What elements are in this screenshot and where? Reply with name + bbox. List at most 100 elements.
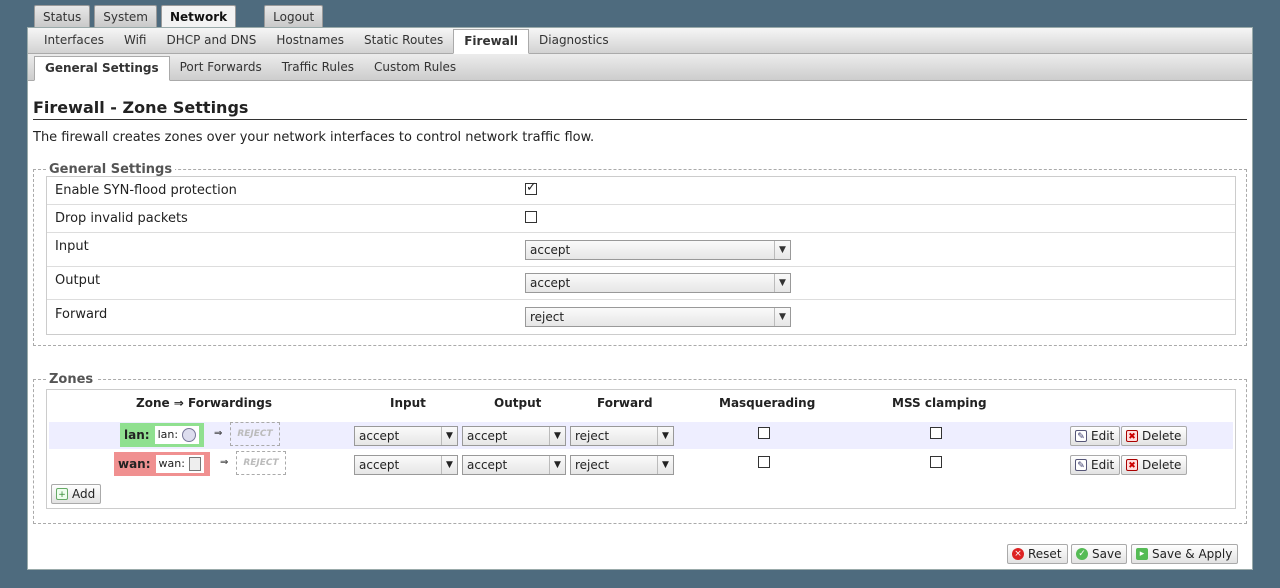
tab-system[interactable]: System xyxy=(94,5,157,27)
zones-table: Zone ⇒ Forwardings Input Output Forward … xyxy=(46,389,1236,509)
page-description: The firewall creates zones over your net… xyxy=(33,130,595,145)
zone-iface-label: lan: xyxy=(157,428,179,441)
edit-icon: ✎ xyxy=(1075,430,1087,442)
apply-icon: ▸ xyxy=(1136,548,1148,560)
forward-policy-select[interactable]: reject ▼ xyxy=(525,307,791,327)
wan-edit-button[interactable]: ✎ Edit xyxy=(1070,455,1121,475)
tab-custom-rules[interactable]: Custom Rules xyxy=(364,56,466,80)
tab-static-routes[interactable]: Static Routes xyxy=(354,29,453,53)
col-forward-header: Forward xyxy=(597,396,653,410)
wan-mss-checkbox[interactable] xyxy=(930,456,942,468)
drop-invalid-row: Drop invalid packets xyxy=(47,205,1235,233)
tab-hostnames[interactable]: Hostnames xyxy=(266,29,354,53)
tab-wifi[interactable]: Wifi xyxy=(114,29,157,53)
tab-diagnostics[interactable]: Diagnostics xyxy=(529,29,619,53)
wan-input-select[interactable]: accept ▼ xyxy=(354,455,458,475)
zone-row-wan: wan: wan: ⇒ REJECT accept ▼ accept ▼ rejec… xyxy=(49,451,1233,478)
lan-input-value: accept xyxy=(359,429,400,443)
form-actions: × Reset ✓ Save ▸ Save & Apply xyxy=(1007,544,1247,564)
delete-icon: ✖ xyxy=(1126,430,1138,442)
tab-interfaces[interactable]: Interfaces xyxy=(34,29,114,53)
lan-forward-value: reject xyxy=(575,429,610,443)
input-policy-select[interactable]: accept ▼ xyxy=(525,239,791,260)
lan-delete-button[interactable]: ✖ Delete xyxy=(1121,426,1188,446)
wan-port-icon xyxy=(188,457,201,471)
input-policy-row: Input accept ▼ xyxy=(47,233,1235,267)
general-settings-section: General Settings Enable SYN-flood protec… xyxy=(33,162,1247,346)
delete-label: Delete xyxy=(1142,429,1182,443)
output-policy-row: Output accept ▼ xyxy=(47,267,1235,300)
zone-badge-lan[interactable]: lan: lan: xyxy=(120,423,204,447)
zone-iface-label: wan: xyxy=(158,457,185,470)
zone-row-lan: lan: lan: ⇒ REJECT accept ▼ accept ▼ rejec… xyxy=(49,422,1233,449)
chevron-down-icon: ▼ xyxy=(441,456,457,474)
tab-logout[interactable]: Logout xyxy=(264,5,324,27)
lan-mss-checkbox[interactable] xyxy=(930,427,942,439)
input-policy-value: accept xyxy=(530,242,571,257)
lan-output-value: accept xyxy=(467,429,508,443)
edit-icon: ✎ xyxy=(1075,459,1087,471)
col-masq-header: Masquerading xyxy=(719,396,816,410)
delete-icon: ✖ xyxy=(1126,459,1138,471)
network-subnav: Interfaces Wifi DHCP and DNS Hostnames S… xyxy=(28,28,1252,54)
lan-edit-button[interactable]: ✎ Edit xyxy=(1070,426,1121,446)
wan-forward-value: reject xyxy=(575,458,610,472)
edit-label: Edit xyxy=(1091,429,1115,443)
lan-forward-select[interactable]: reject ▼ xyxy=(570,426,674,446)
chevron-down-icon: ▼ xyxy=(774,240,790,259)
col-zone-header: Zone ⇒ Forwardings xyxy=(136,396,272,410)
tab-status[interactable]: Status xyxy=(34,5,91,27)
col-mss-header: MSS clamping xyxy=(892,396,987,410)
wan-masq-checkbox[interactable] xyxy=(758,456,770,468)
add-zone-button[interactable]: + Add xyxy=(51,484,102,504)
chevron-down-icon: ▼ xyxy=(657,456,673,474)
chevron-down-icon: ▼ xyxy=(549,427,565,445)
forward-arrow: ⇒ xyxy=(220,457,229,468)
tab-port-forwards[interactable]: Port Forwards xyxy=(170,56,272,80)
forward-target-wan: REJECT xyxy=(236,451,286,475)
save-apply-label: Save & Apply xyxy=(1152,547,1233,561)
delete-label: Delete xyxy=(1142,458,1182,472)
general-settings-table: Enable SYN-flood protection Drop invalid… xyxy=(46,176,1236,335)
zone-name-wan: wan: xyxy=(118,457,151,471)
wan-output-value: accept xyxy=(467,458,508,472)
save-button[interactable]: ✓ Save xyxy=(1071,544,1128,564)
zone-name-lan: lan: xyxy=(124,428,150,442)
forward-policy-label: Forward xyxy=(55,306,108,322)
lan-input-select[interactable]: accept ▼ xyxy=(354,426,458,446)
chevron-down-icon: ▼ xyxy=(657,427,673,445)
wan-input-value: accept xyxy=(359,458,400,472)
syn-flood-checkbox[interactable] xyxy=(525,180,537,195)
edit-label: Edit xyxy=(1091,458,1115,472)
zone-iface-wan: wan: xyxy=(155,455,204,473)
lan-masq-checkbox[interactable] xyxy=(758,427,770,439)
chevron-down-icon: ▼ xyxy=(549,456,565,474)
output-policy-select[interactable]: accept ▼ xyxy=(525,273,791,293)
chevron-down-icon: ▼ xyxy=(441,427,457,445)
tab-firewall[interactable]: Firewall xyxy=(453,29,530,54)
chevron-down-icon: ▼ xyxy=(774,274,790,292)
zones-legend: Zones xyxy=(49,372,94,387)
lan-output-select[interactable]: accept ▼ xyxy=(462,426,566,446)
zone-iface-lan: lan: xyxy=(154,426,200,444)
output-policy-value: accept xyxy=(530,276,571,290)
tab-general-settings[interactable]: General Settings xyxy=(34,56,170,81)
wan-output-select[interactable]: accept ▼ xyxy=(462,455,566,475)
drop-invalid-checkbox[interactable] xyxy=(525,210,537,223)
zone-badge-wan[interactable]: wan: wan: xyxy=(114,452,210,476)
zones-section: Zones Zone ⇒ Forwardings Input Output Fo… xyxy=(33,372,1247,524)
page-title: Firewall - Zone Settings xyxy=(33,98,1247,120)
save-apply-button[interactable]: ▸ Save & Apply xyxy=(1131,544,1239,564)
reset-button[interactable]: × Reset xyxy=(1007,544,1068,564)
drop-invalid-label: Drop invalid packets xyxy=(55,211,188,226)
top-tabs: Status System Network Logout xyxy=(34,5,327,28)
tab-dhcp-dns[interactable]: DHCP and DNS xyxy=(156,29,266,53)
tab-network[interactable]: Network xyxy=(161,5,237,28)
wan-forward-select[interactable]: reject ▼ xyxy=(570,455,674,475)
firewall-subnav: General Settings Port Forwards Traffic R… xyxy=(28,54,1252,81)
wan-delete-button[interactable]: ✖ Delete xyxy=(1121,455,1188,475)
tab-traffic-rules[interactable]: Traffic Rules xyxy=(272,56,364,80)
reset-label: Reset xyxy=(1028,547,1062,561)
forward-arrow: ⇒ xyxy=(214,428,223,439)
input-policy-label: Input xyxy=(55,239,89,254)
